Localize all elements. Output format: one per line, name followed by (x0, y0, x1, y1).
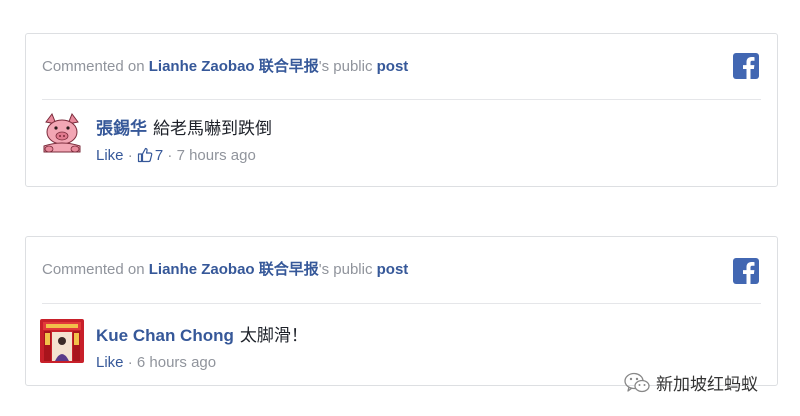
like-count[interactable]: 7 (155, 147, 163, 164)
thumbs-up-icon[interactable] (137, 147, 153, 169)
header-middle: 's public (318, 261, 377, 278)
watermark: 新加坡红蚂蚁 (624, 372, 758, 396)
header-middle: 's public (318, 58, 377, 75)
pig-avatar[interactable] (40, 112, 84, 156)
facebook-comment-card: Commented on Lianhe Zaobao 联合早报's public… (25, 236, 778, 386)
facebook-icon[interactable] (733, 258, 759, 284)
facebook-icon[interactable] (733, 53, 759, 79)
post-link[interactable]: post (377, 261, 409, 278)
page-link[interactable]: Lianhe Zaobao 联合早报 (149, 261, 319, 278)
comment-meta: Like · 6 hours ago (96, 353, 761, 373)
meta-separator: · (123, 147, 137, 164)
watermark-text: 新加坡红蚂蚁 (656, 375, 758, 394)
like-link[interactable]: Like (96, 147, 124, 164)
comment-line: Kue Chan Chong 太脚滑！ (96, 325, 761, 347)
comment-meta: Like · 7 · 7 hours ago (96, 146, 761, 169)
comment-text: 給老馬嚇到跌倒 (153, 119, 272, 138)
comment-author[interactable]: 張錫华 (96, 119, 147, 138)
comment-body: 張錫华 給老馬嚇到跌倒 Like · 7 · 7 hours ago (96, 118, 761, 169)
comment-author[interactable]: Kue Chan Chong (96, 326, 234, 345)
meta-separator: · (123, 354, 137, 371)
comment-text: 太脚滑！ (239, 326, 308, 345)
wechat-icon (624, 372, 650, 401)
card-header: Commented on Lianhe Zaobao 联合早报's public… (42, 34, 761, 100)
like-link[interactable]: Like (96, 354, 124, 371)
comment-line: 張錫华 給老馬嚇到跌倒 (96, 118, 761, 140)
comment-timestamp[interactable]: 7 hours ago (177, 147, 256, 164)
photo-avatar[interactable] (40, 319, 84, 363)
comment-body: Kue Chan Chong 太脚滑！ Like · 6 hours ago (96, 325, 761, 373)
page-link[interactable]: Lianhe Zaobao 联合早报 (149, 58, 319, 75)
meta-separator: · (163, 147, 177, 164)
header-prefix: Commented on (42, 58, 149, 75)
header-prefix: Commented on (42, 261, 149, 278)
card-header: Commented on Lianhe Zaobao 联合早报's public… (42, 237, 761, 304)
comment-timestamp[interactable]: 6 hours ago (137, 354, 216, 371)
facebook-comment-card: Commented on Lianhe Zaobao 联合早报's public… (25, 33, 778, 187)
post-link[interactable]: post (377, 58, 409, 75)
